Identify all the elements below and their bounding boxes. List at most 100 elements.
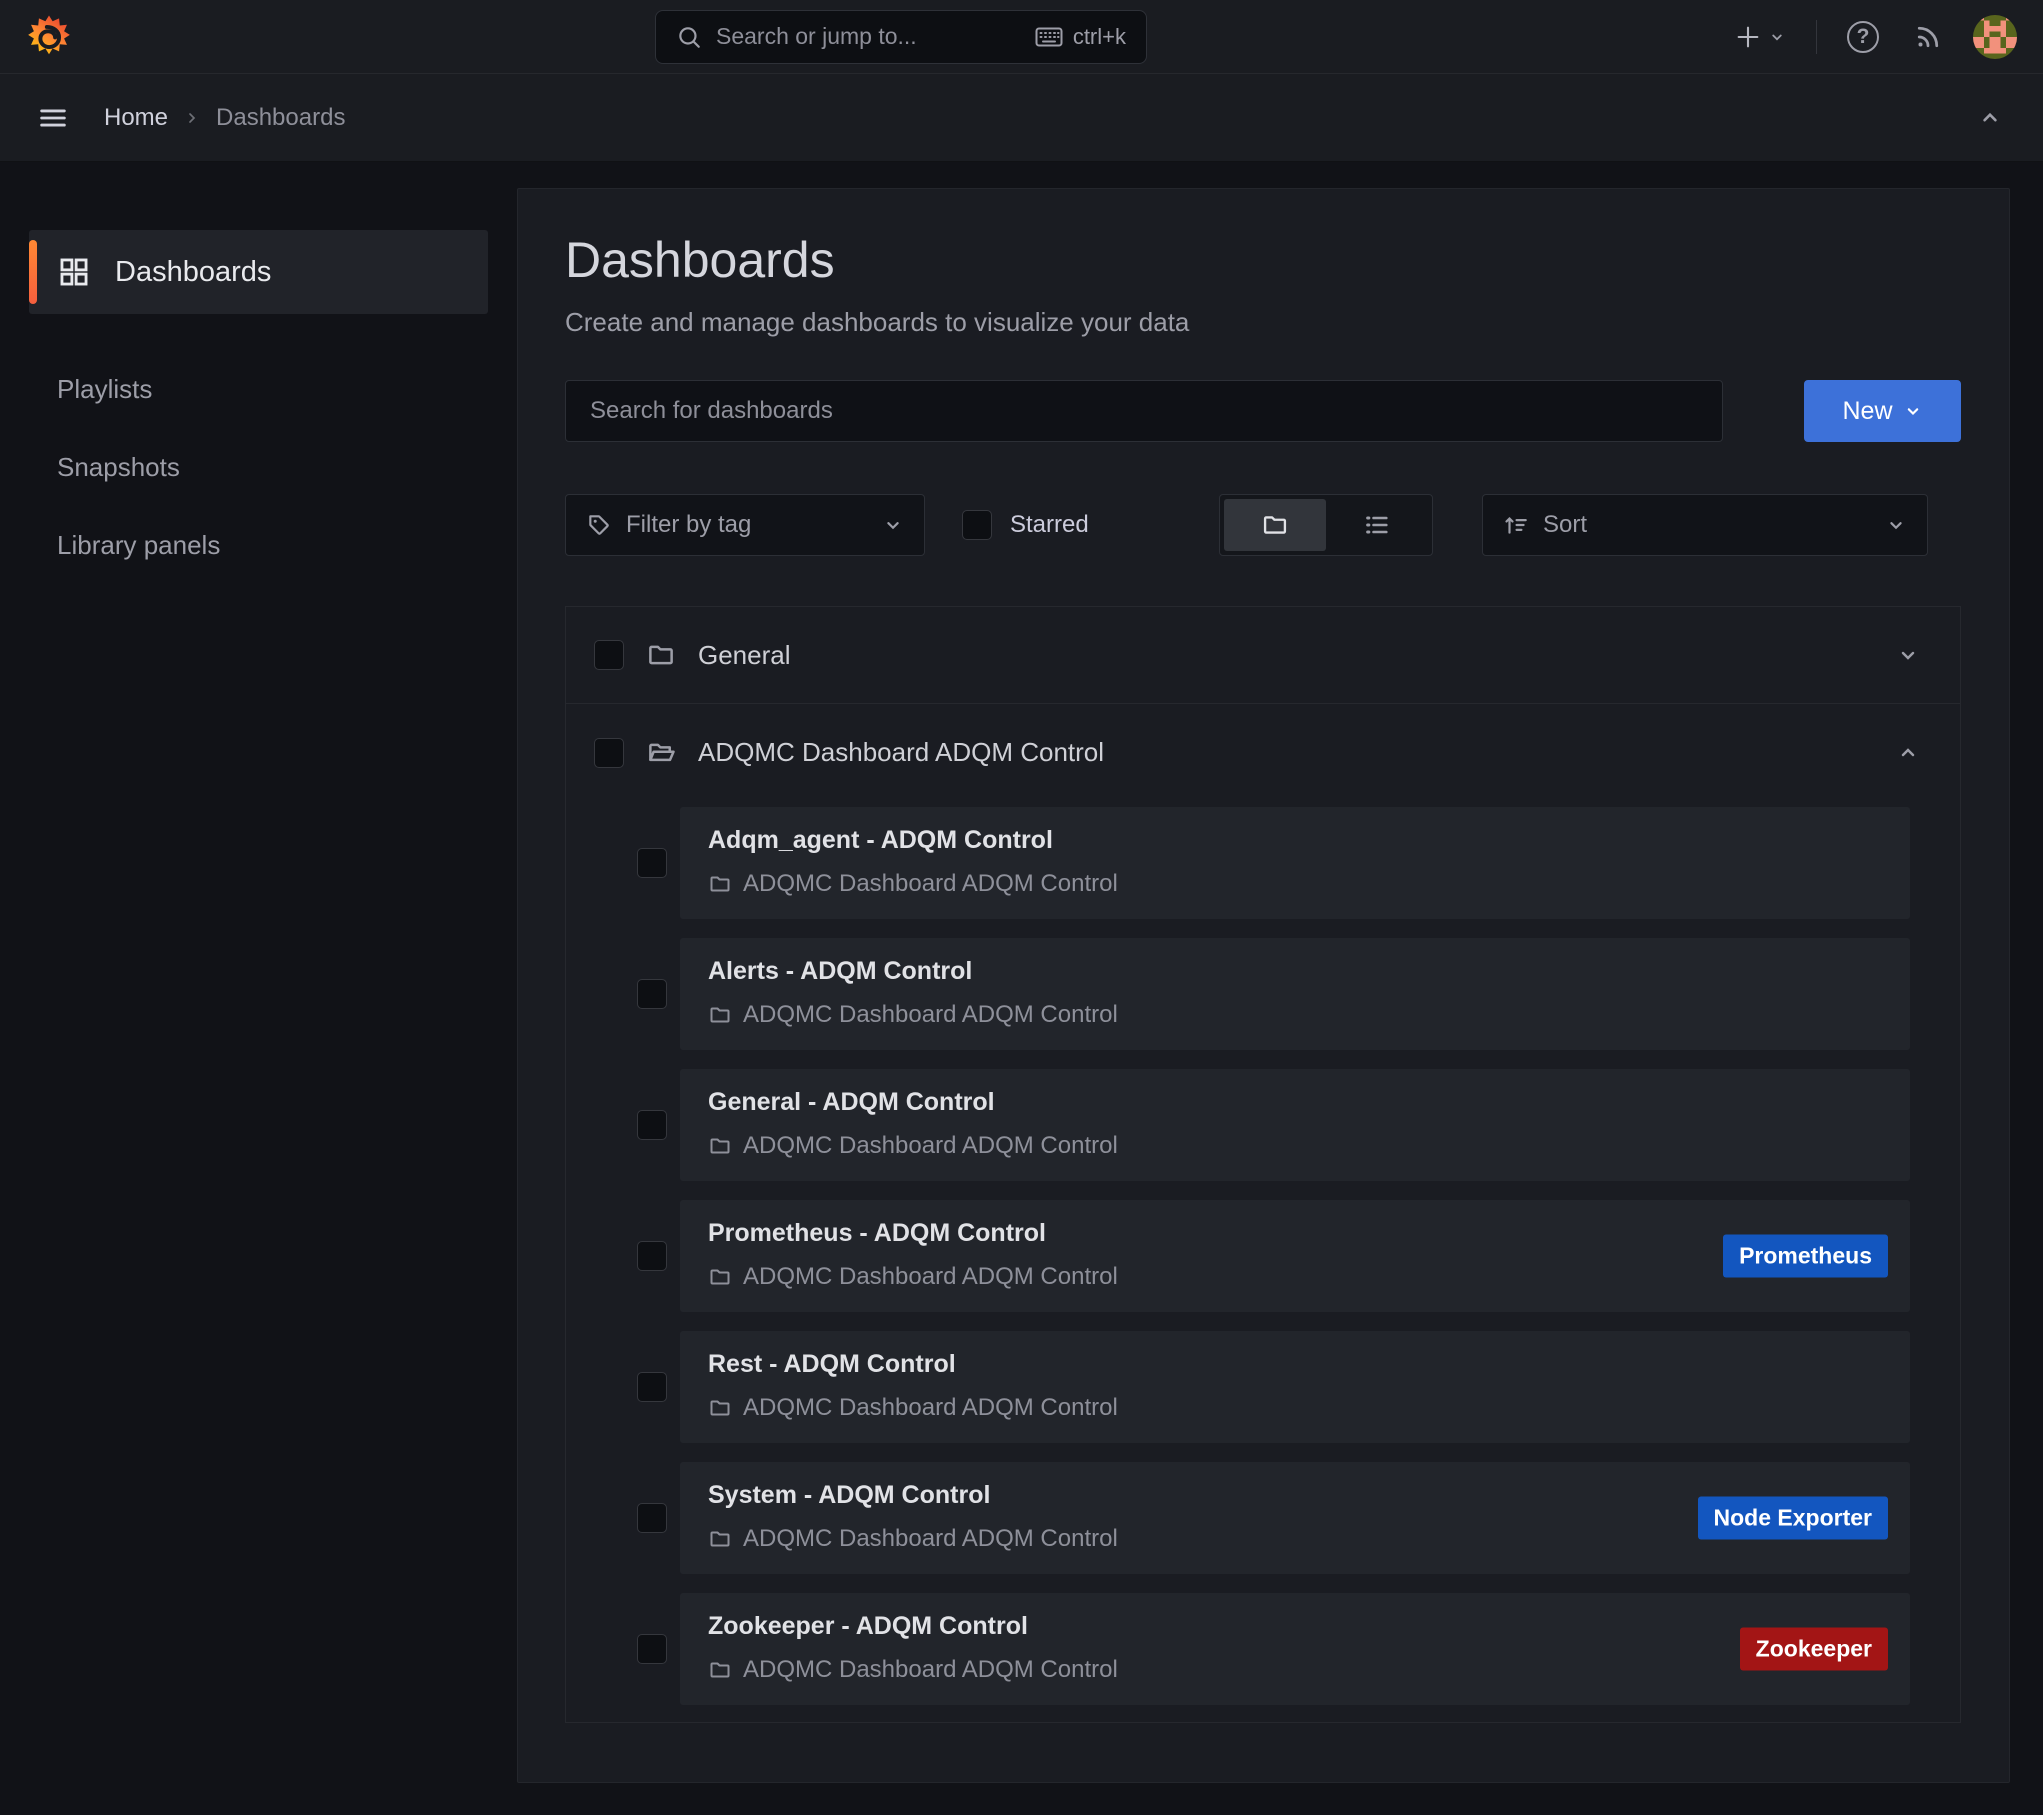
keyboard-icon — [1035, 26, 1063, 48]
sort-label: Sort — [1543, 511, 1587, 539]
grafana-logo-icon[interactable] — [26, 14, 72, 60]
view-list-button[interactable] — [1326, 499, 1428, 551]
dashboard-card-zookeeper[interactable]: Zookeeper - ADQM Control ADQMC Dashboard… — [680, 1593, 1910, 1705]
dashboard-cards: Adqm_agent - ADQM Control ADQMC Dashboar… — [566, 801, 1960, 1722]
content-area: Dashboards Playlists Snapshots Library p… — [0, 162, 2043, 1815]
dashboard-title: Adqm_agent - ADQM Control — [708, 826, 1882, 855]
folder-icon — [708, 1134, 732, 1158]
main-area: Dashboards Create and manage dashboards … — [517, 162, 2043, 1815]
folder-row-adqmc[interactable]: ADQMC Dashboard ADQM Control — [566, 704, 1960, 801]
folder-icon — [708, 1658, 732, 1682]
folder-icon — [708, 1527, 732, 1551]
dashboard-row: Zookeeper - ADQM Control ADQMC Dashboard… — [637, 1593, 1910, 1705]
dashboard-checkbox[interactable] — [637, 979, 667, 1009]
folder-icon — [708, 1396, 732, 1420]
hamburger-icon — [36, 101, 70, 135]
global-search-placeholder: Search or jump to... — [716, 23, 917, 50]
dashboards-list: General ADQMC Dashboard ADQM Control — [565, 606, 1961, 1723]
dashboard-card-prometheus[interactable]: Prometheus - ADQM Control ADQMC Dashboar… — [680, 1200, 1910, 1312]
dashboard-checkbox[interactable] — [637, 848, 667, 878]
folder-name: ADQMC Dashboard ADQM Control — [698, 737, 1104, 768]
dashboard-card-system[interactable]: System - ADQM Control ADQMC Dashboard AD… — [680, 1462, 1910, 1574]
chevron-down-icon — [882, 514, 904, 536]
sidebar-item-library-panels[interactable]: Library panels — [0, 506, 517, 584]
dashboard-card-general[interactable]: General - ADQM Control ADQMC Dashboard A… — [680, 1069, 1910, 1181]
chevron-down-icon — [1768, 28, 1786, 46]
section-sidebar: Dashboards Playlists Snapshots Library p… — [0, 162, 517, 1815]
dashboard-title: Rest - ADQM Control — [708, 1350, 1882, 1379]
folder-icon — [646, 640, 676, 670]
sidebar-item-snapshots[interactable]: Snapshots — [0, 428, 517, 506]
folder-icon — [708, 1265, 732, 1289]
dashboard-folder: ADQMC Dashboard ADQM Control — [708, 1001, 1882, 1029]
dashboard-row: Adqm_agent - ADQM Control ADQMC Dashboar… — [637, 807, 1910, 919]
menu-toggle-button[interactable] — [32, 97, 74, 139]
list-icon — [1363, 511, 1391, 539]
folder-checkbox[interactable] — [594, 640, 624, 670]
folder-checkbox[interactable] — [594, 738, 624, 768]
sidebar-item-label: Playlists — [57, 374, 152, 405]
user-avatar[interactable] — [1973, 15, 2017, 59]
chevron-down-icon[interactable] — [1896, 643, 1920, 667]
folder-icon — [708, 872, 732, 896]
dashboard-folder: ADQMC Dashboard ADQM Control — [708, 1132, 1882, 1160]
dashboard-search-input[interactable] — [565, 380, 1723, 442]
dashboard-checkbox[interactable] — [637, 1110, 667, 1140]
tag-badge-zookeeper[interactable]: Zookeeper — [1740, 1628, 1888, 1671]
dashboard-row: Rest - ADQM Control ADQMC Dashboard ADQM… — [637, 1331, 1910, 1443]
folder-row-general[interactable]: General — [566, 607, 1960, 704]
breadcrumb-home[interactable]: Home — [104, 104, 168, 132]
chevron-up-icon — [1977, 105, 2003, 131]
dashboard-title: General - ADQM Control — [708, 1088, 1882, 1117]
collapse-section-button[interactable] — [1973, 101, 2007, 135]
rss-icon — [1913, 22, 1943, 52]
global-search-button[interactable]: Search or jump to... ctrl+k — [655, 10, 1147, 64]
breadcrumb-current: Dashboards — [216, 104, 345, 132]
starred-filter[interactable]: Starred — [962, 510, 1089, 540]
tag-icon — [586, 512, 612, 538]
sidebar-item-playlists[interactable]: Playlists — [0, 350, 517, 428]
sort-select[interactable]: Sort — [1482, 494, 1928, 556]
tag-badge-node-exporter[interactable]: Node Exporter — [1698, 1497, 1888, 1540]
help-button[interactable]: ? — [1843, 17, 1883, 57]
breadcrumb-separator-icon — [184, 110, 200, 126]
dashboard-card-alerts[interactable]: Alerts - ADQM Control ADQMC Dashboard AD… — [680, 938, 1910, 1050]
dashboard-title: Alerts - ADQM Control — [708, 957, 1882, 986]
dashboard-checkbox[interactable] — [637, 1503, 667, 1533]
dashboard-checkbox[interactable] — [637, 1241, 667, 1271]
chevron-up-icon[interactable] — [1896, 741, 1920, 765]
view-mode-toggle — [1219, 494, 1433, 556]
plus-icon — [1734, 23, 1762, 51]
dashboard-row: General - ADQM Control ADQMC Dashboard A… — [637, 1069, 1910, 1181]
dashboards-panel: Dashboards Create and manage dashboards … — [517, 188, 2010, 1783]
dashboard-checkbox[interactable] — [637, 1634, 667, 1664]
dashboard-card-adqm-agent[interactable]: Adqm_agent - ADQM Control ADQMC Dashboar… — [680, 807, 1910, 919]
page-subtitle: Create and manage dashboards to visualiz… — [565, 307, 1961, 338]
new-menu-button[interactable] — [1730, 19, 1790, 55]
dashboard-folder: ADQMC Dashboard ADQM Control — [708, 870, 1882, 898]
shortcut-text: ctrl+k — [1073, 24, 1126, 50]
sidebar-item-label: Library panels — [57, 530, 220, 561]
dashboard-folder-name: ADQMC Dashboard ADQM Control — [743, 870, 1118, 898]
breadcrumb: Home Dashboards — [104, 104, 345, 132]
sidebar-item-label: Dashboards — [115, 256, 271, 289]
dashboard-card-rest[interactable]: Rest - ADQM Control ADQMC Dashboard ADQM… — [680, 1331, 1910, 1443]
dashboard-folder: ADQMC Dashboard ADQM Control — [708, 1656, 1882, 1684]
dashboard-title: Zookeeper - ADQM Control — [708, 1612, 1882, 1641]
starred-checkbox[interactable] — [962, 510, 992, 540]
new-button[interactable]: New — [1804, 380, 1961, 442]
grid-apps-icon — [57, 255, 91, 289]
page-title: Dashboards — [565, 231, 1961, 289]
news-button[interactable] — [1909, 18, 1947, 56]
search-row: New — [565, 380, 1961, 442]
search-icon — [676, 24, 702, 50]
tag-badge-prometheus[interactable]: Prometheus — [1723, 1235, 1888, 1278]
dashboard-checkbox[interactable] — [637, 1372, 667, 1402]
dashboard-folder-name: ADQMC Dashboard ADQM Control — [743, 1132, 1118, 1160]
filter-by-tag-select[interactable]: Filter by tag — [565, 494, 925, 556]
folder-name: General — [698, 640, 791, 671]
dashboard-folder: ADQMC Dashboard ADQM Control — [708, 1394, 1882, 1422]
dashboard-folder-name: ADQMC Dashboard ADQM Control — [743, 1525, 1118, 1553]
sidebar-item-dashboards[interactable]: Dashboards — [29, 230, 488, 314]
view-folders-button[interactable] — [1224, 499, 1326, 551]
